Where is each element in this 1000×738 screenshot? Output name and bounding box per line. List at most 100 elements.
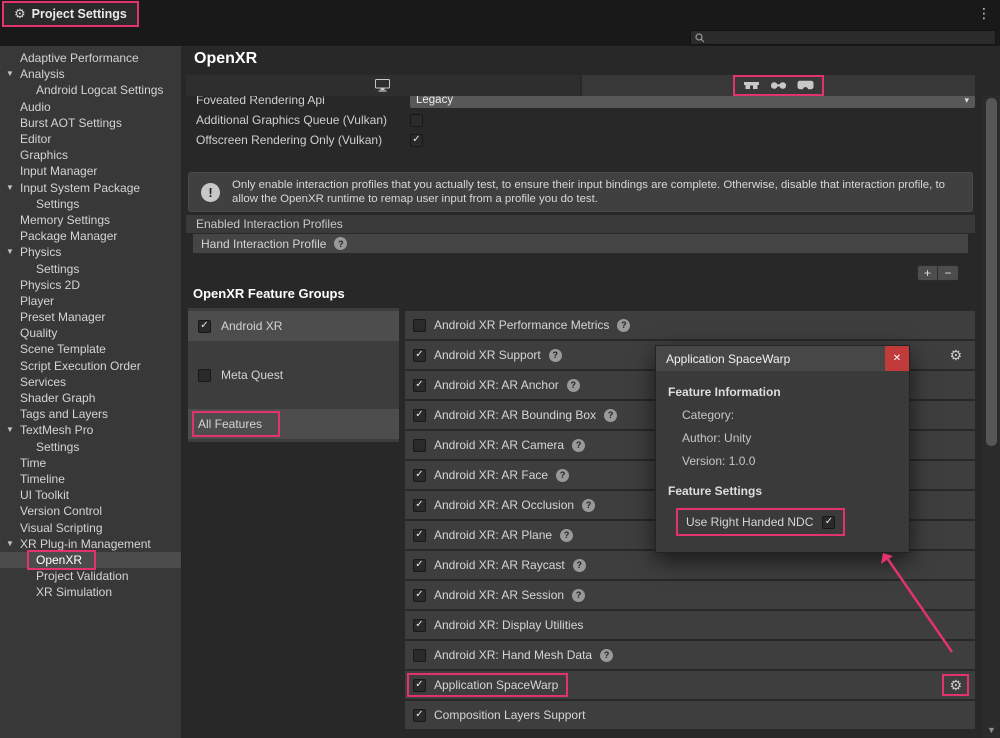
- sidebar-item[interactable]: ▼ Input Manager: [0, 163, 181, 179]
- feature-row[interactable]: ✓ Composition Layers Support: [405, 701, 975, 729]
- sidebar-item[interactable]: ▼ Input System Package: [0, 180, 181, 196]
- sidebar-item[interactable]: ▼ Settings: [0, 196, 181, 212]
- help-icon[interactable]: ?: [572, 589, 585, 602]
- sidebar-item[interactable]: ▼ Physics: [0, 244, 181, 260]
- gear-icon[interactable]: ⚙: [949, 678, 962, 692]
- sidebar-item[interactable]: ▼ TextMesh Pro: [0, 422, 181, 438]
- feature-row[interactable]: ✓ Android XR: AR Session ?: [405, 581, 975, 609]
- sidebar-item[interactable]: ▼ Project Validation: [0, 568, 181, 584]
- help-icon[interactable]: ?: [549, 349, 562, 362]
- foldout-icon[interactable]: ▼: [6, 183, 14, 192]
- foldout-icon[interactable]: ▼: [6, 247, 14, 256]
- sidebar-item[interactable]: ▼ Editor: [0, 131, 181, 147]
- search-input[interactable]: [709, 32, 991, 44]
- help-icon[interactable]: ?: [582, 499, 595, 512]
- help-icon[interactable]: ?: [560, 529, 573, 542]
- sidebar-item[interactable]: ▼ Audio: [0, 99, 181, 115]
- sidebar-item[interactable]: ▼ Player: [0, 293, 181, 309]
- foldout-icon[interactable]: ▼: [6, 69, 14, 78]
- sidebar-item[interactable]: ▼ Package Manager: [0, 228, 181, 244]
- feature-checkbox[interactable]: ✓: [413, 679, 426, 692]
- sidebar-item[interactable]: ▼ Preset Manager: [0, 309, 181, 325]
- feature-row[interactable]: ✓ Android XR Performance Metrics ?: [405, 311, 975, 339]
- feature-group-row[interactable]: ✓ Meta Quest: [188, 360, 399, 390]
- sidebar-item[interactable]: ▼ Android Logcat Settings: [0, 82, 181, 98]
- sidebar-item[interactable]: ▼ Script Execution Order: [0, 358, 181, 374]
- close-icon[interactable]: ✕: [885, 346, 909, 371]
- scrollbar-down-arrow[interactable]: ▼: [983, 725, 1000, 735]
- help-icon[interactable]: ?: [617, 319, 630, 332]
- foldout-icon[interactable]: ▼: [6, 425, 14, 434]
- sidebar-item[interactable]: ▼ XR Simulation: [0, 584, 181, 600]
- feature-row[interactable]: ✓ Android XR: Hand Mesh Data ?: [405, 641, 975, 669]
- help-icon[interactable]: ?: [604, 409, 617, 422]
- sidebar-item[interactable]: ▼ Settings: [0, 260, 181, 276]
- help-icon[interactable]: ?: [556, 469, 569, 482]
- help-icon[interactable]: ?: [600, 649, 613, 662]
- help-icon[interactable]: ?: [334, 237, 347, 250]
- all-features-row[interactable]: All Features: [188, 409, 399, 439]
- popup-header[interactable]: Application SpaceWarp ✕: [656, 346, 909, 371]
- project-settings-tab[interactable]: ⚙ Project Settings: [4, 3, 137, 25]
- group-checkbox[interactable]: ✓: [198, 369, 211, 382]
- vertical-scrollbar[interactable]: ▼: [983, 96, 1000, 738]
- sidebar-item[interactable]: ▼ Time: [0, 455, 181, 471]
- property-checkbox[interactable]: ✓: [410, 134, 423, 147]
- feature-checkbox[interactable]: ✓: [413, 589, 426, 602]
- feature-row[interactable]: ✓ Application SpaceWarp ⚙: [405, 671, 975, 699]
- sidebar-item[interactable]: ▼ Version Control: [0, 503, 181, 519]
- feature-checkbox[interactable]: ✓: [413, 319, 426, 332]
- sidebar-item[interactable]: ▼ Settings: [0, 439, 181, 455]
- sidebar-item[interactable]: ▼ Memory Settings: [0, 212, 181, 228]
- sidebar-item[interactable]: ▼ Services: [0, 374, 181, 390]
- help-icon[interactable]: ?: [567, 379, 580, 392]
- help-icon[interactable]: ?: [572, 439, 585, 452]
- tab-desktop[interactable]: [186, 75, 580, 96]
- sidebar-item[interactable]: ▼ Tags and Layers: [0, 406, 181, 422]
- gear-icon[interactable]: ⚙: [949, 348, 962, 362]
- sidebar-item[interactable]: ▼ Shader Graph: [0, 390, 181, 406]
- group-checkbox[interactable]: ✓: [198, 320, 211, 333]
- feature-checkbox[interactable]: ✓: [413, 529, 426, 542]
- sidebar-item[interactable]: ▼ Quality: [0, 325, 181, 341]
- add-profile-button[interactable]: +: [918, 266, 938, 280]
- tab-xr-devices[interactable]: [582, 75, 976, 96]
- feature-checkbox[interactable]: ✓: [413, 619, 426, 632]
- sidebar-item[interactable]: ▼ Timeline: [0, 471, 181, 487]
- feature-row[interactable]: ✓ Android XR: AR Raycast ?: [405, 551, 975, 579]
- sidebar-item[interactable]: ▼ Burst AOT Settings: [0, 115, 181, 131]
- feature-group-row[interactable]: ✓ Android XR: [188, 311, 399, 341]
- remove-profile-button[interactable]: −: [938, 266, 958, 280]
- feature-checkbox[interactable]: ✓: [413, 709, 426, 722]
- sidebar-item[interactable]: ▼ Adaptive Performance: [0, 50, 181, 66]
- use-right-handed-ndc-checkbox[interactable]: ✓: [822, 516, 835, 529]
- sidebar-item[interactable]: ▼ Analysis: [0, 66, 181, 82]
- sidebar-item[interactable]: ▼ Visual Scripting: [0, 519, 181, 535]
- feature-checkbox[interactable]: ✓: [413, 559, 426, 572]
- feature-checkbox[interactable]: ✓: [413, 469, 426, 482]
- sidebar-item[interactable]: ▼ UI Toolkit: [0, 487, 181, 503]
- search-field[interactable]: [690, 30, 996, 45]
- feature-checkbox[interactable]: ✓: [413, 649, 426, 662]
- feature-checkbox[interactable]: ✓: [413, 499, 426, 512]
- feature-checkbox[interactable]: ✓: [413, 379, 426, 392]
- sidebar-item[interactable]: ▼ Scene Template: [0, 341, 181, 357]
- window-titlebar: ⚙ Project Settings ⋮: [0, 0, 1000, 28]
- property-checkbox[interactable]: ✓: [410, 114, 423, 127]
- property-row: Offscreen Rendering Only (Vulkan) ✓: [196, 130, 972, 150]
- interaction-profile-row[interactable]: Hand Interaction Profile ?: [193, 234, 968, 253]
- help-icon[interactable]: ?: [573, 559, 586, 572]
- sidebar-item[interactable]: ▼ Physics 2D: [0, 277, 181, 293]
- sidebar-item-label: Physics 2D: [20, 278, 80, 292]
- sidebar-item[interactable]: ▼ Graphics: [0, 147, 181, 163]
- foldout-icon[interactable]: ▼: [6, 539, 14, 548]
- kebab-menu-icon[interactable]: ⋮: [977, 6, 991, 20]
- scrollbar-thumb[interactable]: [986, 98, 997, 446]
- sidebar-item[interactable]: ▼ OpenXR: [0, 552, 181, 568]
- sidebar-item-label: Quality: [20, 326, 57, 340]
- feature-checkbox[interactable]: ✓: [413, 439, 426, 452]
- sidebar-item[interactable]: ▼ XR Plug-in Management: [0, 536, 181, 552]
- feature-checkbox[interactable]: ✓: [413, 349, 426, 362]
- feature-checkbox[interactable]: ✓: [413, 409, 426, 422]
- feature-row[interactable]: ✓ Android XR: Display Utilities: [405, 611, 975, 639]
